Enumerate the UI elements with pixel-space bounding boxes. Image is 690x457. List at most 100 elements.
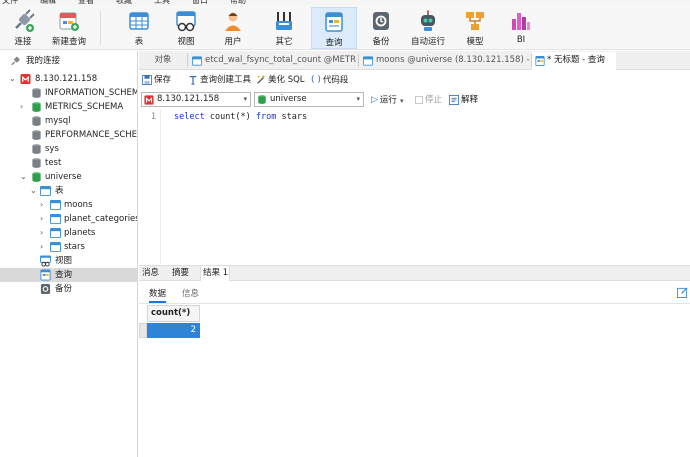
db-label: mysql — [45, 116, 71, 126]
new-query-label: 新建查询 — [51, 37, 86, 47]
backup-folder-icon — [40, 283, 51, 295]
tree-table-stars[interactable]: › stars — [0, 240, 137, 254]
tree-db-sys[interactable]: sys — [0, 142, 137, 156]
table-label: 表 — [134, 37, 144, 47]
sql-keyword-from: from — [255, 112, 277, 122]
subtab-info[interactable]: 信息 — [182, 287, 199, 299]
sql-code-line[interactable]: select count(*) from stars — [174, 110, 307, 124]
mysql-connection-icon — [20, 73, 31, 85]
user-button[interactable]: 用户 — [218, 7, 248, 49]
chevron-down-icon[interactable]: ▾ — [400, 97, 404, 105]
database-select-value: universe — [270, 94, 307, 104]
tree-db-mysql[interactable]: mysql — [0, 114, 137, 128]
other-button[interactable]: 其它 — [266, 7, 302, 49]
db-label: test — [45, 158, 62, 168]
db-label: PERFORMANCE_SCHEMA — [45, 130, 138, 140]
subtab-data[interactable]: 数据 — [149, 287, 167, 303]
sql-editor[interactable]: 1 select count(*) from stars — [139, 110, 690, 264]
parentheses-icon: ( ) — [311, 75, 321, 85]
backup-button[interactable]: 备份 — [366, 7, 396, 49]
tree-connection-label: 8.130.121.158 — [35, 74, 98, 84]
column-header-count[interactable]: count(*) — [147, 305, 200, 322]
chevron-right-icon[interactable]: › — [40, 240, 48, 254]
automation-button[interactable]: 自动运行 — [408, 7, 448, 49]
tab-untitled-label: * 无标题 - 查询 — [547, 55, 605, 65]
tree-backups-folder[interactable]: 备份 — [0, 282, 137, 296]
stop-button[interactable]: 停止 — [415, 93, 442, 107]
main-toolbar: 连接 新建查询 表 视图 用户 其它 查询 备份 自动运行 模型 BI — [0, 5, 690, 50]
chevron-down-icon[interactable]: ⌄ — [20, 170, 28, 184]
chevron-right-icon[interactable]: › — [40, 212, 48, 226]
explain-button[interactable]: 解释 — [449, 93, 478, 107]
magic-wand-icon — [257, 74, 265, 84]
connect-button[interactable]: 连接 — [6, 7, 40, 49]
bi-button[interactable]: BI — [506, 7, 536, 49]
chevron-right-icon[interactable]: › — [20, 100, 28, 114]
other-label: 其它 — [275, 37, 293, 47]
query-icon — [535, 56, 545, 66]
connection-select[interactable]: 8.130.121.158 ▾ — [141, 92, 251, 107]
tree-table-moons[interactable]: › moons — [0, 198, 137, 212]
model-icon — [466, 12, 484, 30]
mysql-connection-icon — [144, 95, 154, 105]
tab-moons-table[interactable]: moons @universe (8.130.121.158) - 表 — [360, 52, 530, 70]
tree-table-planets[interactable]: › planets — [0, 226, 137, 240]
query-builder-button[interactable]: 查询创建工具 — [188, 73, 251, 87]
result-cell[interactable]: 2 — [147, 323, 200, 338]
tree-tables-folder[interactable]: ⌄ 表 — [0, 184, 137, 198]
new-query-icon — [59, 12, 79, 31]
tab-messages[interactable]: 消息 — [142, 266, 168, 281]
row-indicator[interactable] — [139, 323, 147, 338]
table-icon — [50, 227, 61, 239]
sql-table-name: stars — [276, 112, 308, 122]
db-label: universe — [45, 172, 82, 182]
chevron-right-icon[interactable]: › — [40, 226, 48, 240]
tab-untitled-query[interactable]: * 无标题 - 查询 — [532, 52, 616, 70]
explain-label: 解释 — [461, 95, 479, 105]
tree-queries-folder[interactable]: 查询 — [0, 268, 137, 282]
run-button[interactable]: ▷ 运行 ▾ — [371, 93, 403, 107]
queries-folder-label: 查询 — [55, 270, 73, 280]
stop-icon — [415, 95, 423, 104]
query-button[interactable]: 查询 — [311, 7, 357, 49]
tab-etcd-wal[interactable]: etcd_wal_fsync_total_count @METRI... — [189, 52, 357, 70]
chevron-right-icon[interactable]: › — [40, 198, 48, 212]
connection-plug-icon — [11, 56, 20, 66]
tab-result-1[interactable]: 结果 1 — [200, 266, 230, 281]
editor-tab-strip: 对象 etcd_wal_fsync_total_count @METRI... … — [139, 51, 690, 70]
tree-db-metrics-schema[interactable]: › METRICS_SCHEMA — [0, 100, 137, 114]
stop-label: 停止 — [425, 95, 443, 105]
tree-db-performance-schema[interactable]: PERFORMANCE_SCHEMA — [0, 128, 138, 142]
tree-db-test[interactable]: test — [0, 156, 137, 170]
table-icon — [50, 241, 61, 253]
table-button[interactable]: 表 — [124, 7, 154, 49]
table-label: planets — [64, 228, 96, 238]
tab-summary[interactable]: 摘要 — [172, 266, 200, 281]
chevron-down-icon[interactable]: ⌄ — [30, 184, 38, 198]
tree-db-information-schema[interactable]: INFORMATION_SCHEMA — [0, 86, 137, 100]
tree-connection[interactable]: ⌄ 8.130.121.158 — [0, 72, 137, 86]
edit-pencil-icon[interactable] — [677, 287, 688, 298]
tree-table-planet-categories[interactable]: › planet_categories — [0, 212, 137, 226]
tree-views-folder[interactable]: 视图 — [0, 254, 137, 268]
save-icon — [142, 74, 152, 85]
tab-etcd-wal-label: etcd_wal_fsync_total_count @METRI... — [205, 55, 357, 65]
result-subtabs: 数据 信息 — [139, 282, 690, 304]
database-select[interactable]: universe ▾ — [254, 92, 364, 107]
save-button[interactable]: 保存 — [142, 73, 171, 87]
beautify-sql-button[interactable]: 美化 SQL — [256, 73, 305, 87]
table-label: moons — [64, 200, 93, 210]
navicat-window: 文件 编辑 查看 收藏 工具 窗口 帮助 连接 新建查询 表 视图 用户 其它 … — [0, 0, 690, 457]
new-query-button[interactable]: 新建查询 — [50, 7, 88, 49]
tree-db-universe[interactable]: ⌄ universe — [0, 170, 137, 184]
tree-root-my-connections[interactable]: 我的连接 — [0, 54, 137, 68]
tab-objects[interactable]: 对象 — [139, 52, 187, 70]
table-label: stars — [64, 242, 85, 252]
model-button[interactable]: 模型 — [460, 7, 490, 49]
view-button[interactable]: 视图 — [170, 7, 202, 49]
query-icon — [325, 12, 343, 32]
db-label: METRICS_SCHEMA — [45, 102, 124, 112]
chevron-down-icon[interactable]: ⌄ — [9, 72, 17, 86]
query-folder-icon — [40, 269, 51, 281]
code-snippet-button[interactable]: ( ) 代码段 — [311, 73, 348, 87]
